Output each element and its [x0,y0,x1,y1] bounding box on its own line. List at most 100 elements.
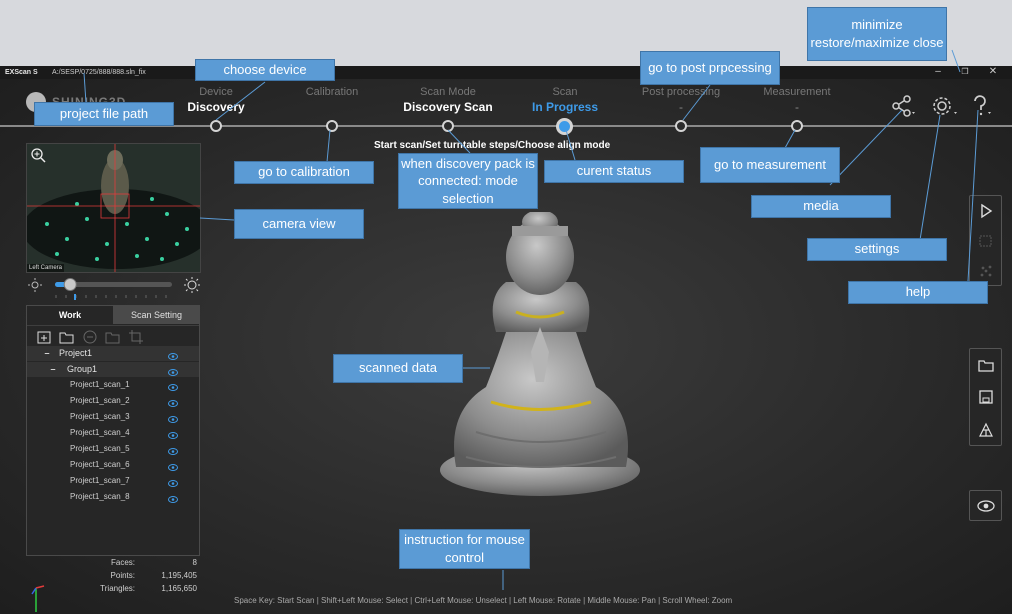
step-calibration-title[interactable]: Calibration [272,86,392,98]
close-button[interactable]: ✕ [984,66,1002,79]
tree-scan-item[interactable]: Project1_scan_8 [27,489,199,504]
eye-icon[interactable] [168,493,178,503]
step-post-processing-value: - [679,100,683,114]
step-scan-value: In Progress [531,100,599,114]
camera-image [27,144,200,272]
step-post-processing-dot[interactable] [675,120,687,132]
eye-icon[interactable] [168,397,178,407]
tree-scan-item[interactable]: Project1_scan_4 [27,425,199,440]
tree-scan-item[interactable]: Project1_scan_7 [27,473,199,488]
step-measurement-title[interactable]: Measurement [737,86,857,98]
save-icon[interactable] [978,389,994,405]
remove-icon[interactable] [82,329,98,345]
callout-help: help [848,281,988,304]
step-scan-dot [556,118,573,135]
scan-name: Project1_scan_8 [70,492,130,501]
step-scan-title: Scan [552,86,578,98]
step-measurement-dot[interactable] [791,120,803,132]
restore-button[interactable]: ❐ [956,66,974,79]
callout-go-to-measurement: go to measurement [700,147,840,183]
mouse-instruction-text: Space Key: Start Scan | Shift+Left Mouse… [234,596,733,605]
tab-scan-setting[interactable]: Scan Setting [113,306,200,324]
points-icon[interactable] [978,263,994,279]
collapse-icon[interactable]: – [49,362,57,377]
folder-icon[interactable] [978,357,994,373]
status-text: Start scan/Set turntable steps/Choose al… [374,140,611,151]
eye-icon[interactable] [168,413,178,423]
eye-icon[interactable] [168,445,178,455]
stat-triangles-value: 1,165,650 [161,584,197,593]
callout-go-to-calibration: go to calibration [234,161,374,184]
stat-points-value: 1,195,405 [161,571,197,580]
stat-faces-value: 8 [192,558,197,567]
scan-name: Project1_scan_1 [70,380,130,389]
step-calibration-dot[interactable] [326,120,338,132]
new-group-icon[interactable] [36,329,52,345]
step-scan-mode-title: Scan Mode [420,86,476,98]
step-scan-mode-dot[interactable] [442,120,454,132]
eye-icon [977,499,995,513]
tree-project[interactable]: – Project1 [27,346,199,361]
callout-window-controls: minimize restore/maximize close [807,7,947,61]
zoom-in-icon[interactable] [30,147,46,163]
file-tools-group [969,348,1002,446]
group-name: Group1 [67,364,98,374]
eye-icon[interactable] [168,477,178,487]
step-scan-mode-value[interactable]: Discovery Scan [388,100,508,114]
minimize-button[interactable]: – [929,66,947,79]
scan-name: Project1_scan_7 [70,476,130,485]
work-panel: Work Scan Setting – Project1 – Group1 Pr… [26,305,200,556]
callout-camera-view: camera view [234,209,364,239]
tree-scan-item[interactable]: Project1_scan_1 [27,377,199,392]
visibility-button[interactable] [969,490,1002,521]
scan-name: Project1_scan_2 [70,396,130,405]
eye-icon[interactable] [168,461,178,471]
gear-icon[interactable] [930,94,958,118]
play-icon[interactable] [978,203,994,219]
step-post-processing-title[interactable]: Post processing [621,86,741,98]
collapse-icon[interactable]: – [43,346,51,361]
tree-scan-item[interactable]: Project1_scan_5 [27,441,199,456]
callout-current-status: curent status [544,160,684,183]
scan-name: Project1_scan_3 [70,412,130,421]
callout-project-file-path: project file path [34,102,174,126]
mesh-stats: Faces: 8 Points: 1,195,405 Triangles: 1,… [26,556,200,601]
crop-icon[interactable] [978,233,994,249]
crop-icon[interactable] [128,329,144,345]
help-icon[interactable] [969,94,997,118]
brightness-slider[interactable] [26,276,201,306]
camera-label: Left Camera [27,264,65,272]
step-device-title: Device [199,86,233,98]
tree-scan-item[interactable]: Project1_scan_6 [27,457,199,472]
callout-go-to-post-processing: go to post prpcessing [640,51,780,85]
eye-icon[interactable] [168,366,178,376]
stat-points-label: Points: [110,571,135,580]
step-device-value[interactable]: Discovery [156,100,276,114]
step-measurement-value: - [795,100,799,114]
share-icon[interactable] [890,94,918,118]
panel-toolbar [27,325,199,347]
eye-icon[interactable] [168,381,178,391]
step-device-dot[interactable] [210,120,222,132]
title-bar: EXScan S A:/SESP/0725/888/888.sln_fix – … [0,66,1012,79]
scan-tools-group [969,195,1002,286]
folder-icon[interactable] [105,329,121,345]
scanned-model[interactable] [436,210,642,497]
open-folder-icon[interactable] [59,329,75,345]
callout-mouse-instruction: instruction for mouse control [399,529,530,569]
tree-group[interactable]: – Group1 [27,362,199,377]
app-name: EXScan S [5,69,38,76]
stat-faces-label: Faces: [110,558,135,567]
project-name: Project1 [59,348,93,358]
callout-mode-selection: when discovery pack is connected: mode s… [398,153,538,209]
mesh-icon[interactable] [978,422,994,438]
eye-icon[interactable] [168,350,178,360]
scan-name: Project1_scan_6 [70,460,130,469]
tree-scan-item[interactable]: Project1_scan_3 [27,409,199,424]
tab-work[interactable]: Work [27,306,113,324]
scan-name: Project1_scan_4 [70,428,130,437]
tree-scan-item[interactable]: Project1_scan_2 [27,393,199,408]
callout-settings: settings [807,238,947,261]
scan-name: Project1_scan_5 [70,444,130,453]
eye-icon[interactable] [168,429,178,439]
